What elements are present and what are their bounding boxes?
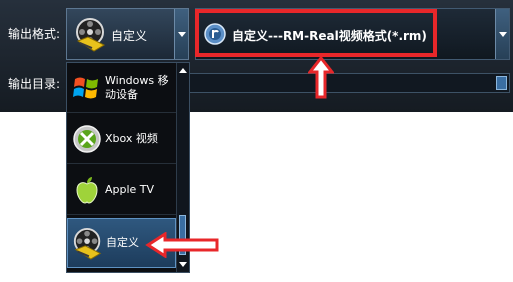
annotation-up-arrow [308, 56, 334, 99]
format-category-value: 自定义 [111, 29, 148, 43]
dropdown-item-xbox-video[interactable]: Xbox 视频 [67, 114, 176, 164]
dropdown-item-label: Xbox 视频 [105, 131, 158, 145]
dropdown-item-apple-tv[interactable]: Apple TV [67, 165, 176, 215]
scroll-up-icon[interactable] [179, 68, 187, 73]
scroll-down-icon[interactable] [179, 262, 187, 267]
apple-logo-icon [76, 177, 98, 204]
dropdown-item-label: Apple TV [105, 182, 155, 196]
film-reel-icon [73, 228, 102, 260]
xbox-logo-icon [73, 125, 101, 153]
dropdown-item-label: 自定义 [106, 236, 139, 249]
annotation-left-arrow [145, 232, 219, 258]
film-reel-icon [76, 18, 106, 52]
output-dir-field[interactable] [188, 73, 510, 93]
chevron-down-icon[interactable] [174, 9, 188, 59]
windows-logo-icon [73, 77, 98, 99]
browse-button[interactable] [496, 76, 507, 90]
output-format-label: 输出格式: [8, 27, 61, 41]
annotation-highlight-box [195, 9, 437, 57]
dropdown-item-windows-mobile[interactable]: Windows 移动设备 [67, 63, 176, 113]
dropdown-item-label: Windows 移动设备 [105, 73, 169, 101]
format-category-select[interactable]: 自定义 [66, 8, 189, 60]
chevron-down-icon[interactable] [495, 9, 509, 59]
output-dir-label: 输出目录: [8, 77, 61, 91]
